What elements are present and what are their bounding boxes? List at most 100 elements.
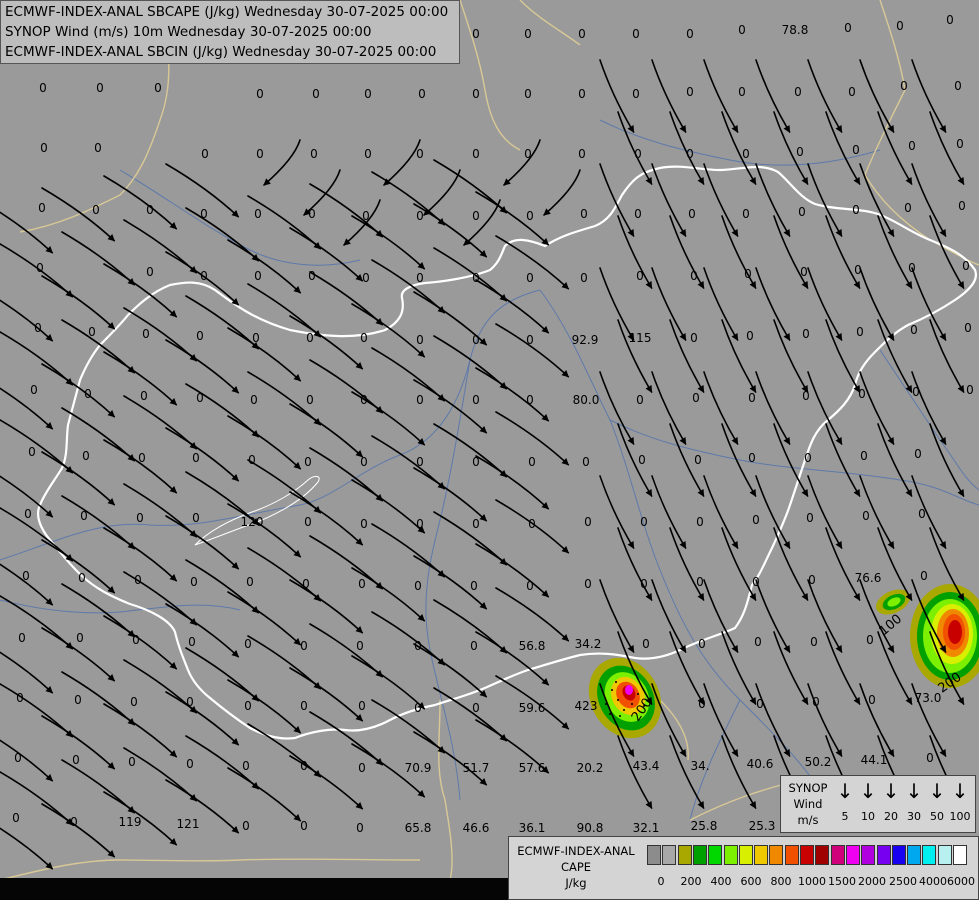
cape-value-label: 0 (416, 517, 424, 531)
cape-value-label: 0 (196, 391, 204, 405)
cape-value-label: 0 (358, 699, 366, 713)
cape-color-swatch (830, 845, 845, 865)
cape-value-label: 0 (860, 449, 868, 463)
cape-value-label: 0 (39, 81, 47, 95)
cape-value-label: 0 (914, 447, 922, 461)
synop-legend-value: 20 (884, 810, 898, 823)
cape-value-label: 0 (416, 393, 424, 407)
cape-value-label: 0 (84, 387, 92, 401)
cape-value-label: 0 (24, 507, 32, 521)
cape-value-label: 0 (802, 389, 810, 403)
cape-value-label: 70.9 (405, 761, 432, 775)
cape-value-label: 0 (748, 391, 756, 405)
synop-legend-value: 50 (930, 810, 944, 823)
cape-value-label: 0 (82, 449, 90, 463)
cape-value-label: 0 (76, 631, 84, 645)
cape-value-label: 32.1 (633, 821, 660, 835)
wind-arrow-icon: ↓ (882, 779, 900, 803)
cape-value-label: 0 (472, 393, 480, 407)
cape-scale-tick: 200 (680, 875, 702, 888)
cape-color-swatch (738, 845, 753, 865)
cape-value-label: 0 (364, 147, 372, 161)
cape-value-label: 0 (696, 515, 704, 529)
cape-value-label: 0 (800, 265, 808, 279)
cape-value-label: 0 (640, 515, 648, 529)
cape-value-label: 0 (22, 569, 30, 583)
cape-value-label: 0 (188, 635, 196, 649)
cape-value-label: 0 (134, 573, 142, 587)
cape-value-label: 0 (632, 27, 640, 41)
title-sbcin: ECMWF-INDEX-ANAL SBCIN (J/kg) Wednesday … (5, 44, 437, 60)
synop-legend-title-line: SYNOP (788, 781, 828, 795)
cape-legend: ECMWF-INDEX-ANAL CAPE J/kg 0 200 400 600 800… (508, 836, 979, 900)
cape-value-label: 0 (304, 515, 312, 529)
cape-value-label: 0 (856, 325, 864, 339)
cape-value-label: 0 (74, 693, 82, 707)
cape-value-label: 0 (88, 325, 96, 339)
cape-value-label: 78.8 (782, 23, 809, 37)
cape-value-label: 0 (358, 577, 366, 591)
cape-color-swatch (662, 845, 677, 865)
cape-value-label: 0 (754, 635, 762, 649)
cape-value-label: 0 (244, 637, 252, 651)
cape-value-label: 0 (472, 517, 480, 531)
cape-value-label: 0 (186, 757, 194, 771)
cape-color-swatch (784, 845, 799, 865)
cape-value-label: 0 (358, 761, 366, 775)
cape-value-label: 57.6 (519, 761, 546, 775)
cape-value-label: 0 (634, 207, 642, 221)
cape-value-label: 56.8 (519, 639, 546, 653)
cape-value-label: 0 (360, 517, 368, 531)
cape-value-label: 0 (196, 329, 204, 343)
cape-value-label: 0 (752, 575, 760, 589)
cape-value-label: 0 (696, 575, 704, 589)
cape-value-label: 0 (686, 27, 694, 41)
cape-value-label: 0 (526, 333, 534, 347)
cape-value-label: 0 (526, 393, 534, 407)
cape-value-label: 0 (28, 445, 36, 459)
cape-color-swatch (876, 845, 891, 865)
cape-value-label: 0 (862, 509, 870, 523)
cape-value-label: 0 (748, 451, 756, 465)
cape-value-label: 0 (634, 147, 642, 161)
cape-value-label: 0 (470, 639, 478, 653)
cape-value-label: 0 (946, 13, 954, 27)
cape-value-label: 0 (136, 511, 144, 525)
cape-value-label: 0 (918, 507, 926, 521)
cape-value-label: 0 (92, 203, 100, 217)
title-synop-wind: SYNOP Wind (m/s) 10m Wednesday 30-07-202… (5, 24, 372, 40)
cape-value-label: 0 (364, 87, 372, 101)
cape-value-label: 34.2 (575, 637, 602, 651)
cape-value-label: 43.4 (633, 759, 660, 773)
cape-value-label: 0 (578, 27, 586, 41)
cape-value-label: 0 (300, 639, 308, 653)
cape-value-label: 0 (132, 633, 140, 647)
cape-value-label: 0 (416, 147, 424, 161)
cape-value-label: 0 (584, 577, 592, 591)
cape-value-label: 0 (954, 79, 962, 93)
cape-value-label: 0 (154, 81, 162, 95)
cape-value-label: 0 (756, 697, 764, 711)
cape-value-label: 0 (698, 697, 706, 711)
cape-value-label: 34. (690, 759, 709, 773)
cape-legend-title-line: ECMWF-INDEX-ANAL (517, 844, 635, 858)
cape-value-label: 0 (302, 577, 310, 591)
cape-scale-tick: 2000 (858, 875, 886, 888)
cape-color-swatch (861, 845, 876, 865)
cape-value-label: 36.1 (519, 821, 546, 835)
cape-value-label: 0 (810, 635, 818, 649)
cape-value-label: 0 (416, 209, 424, 223)
cape-color-swatch (907, 845, 922, 865)
cape-value-label: 0 (248, 453, 256, 467)
cape-value-label: 0 (688, 207, 696, 221)
cape-value-label: 120 (241, 515, 264, 529)
cape-value-label: 51.7 (463, 761, 490, 775)
wind-arrow-icon: ↓ (928, 779, 946, 803)
cape-value-label: 0 (472, 701, 480, 715)
cape-value-label: 0 (804, 451, 812, 465)
cape-color-swatch (677, 845, 692, 865)
cape-value-label: 0 (642, 637, 650, 651)
cape-value-label: 0 (192, 451, 200, 465)
cape-scale-tick: 400 (710, 875, 732, 888)
cape-value-label: 92.9 (572, 333, 599, 347)
